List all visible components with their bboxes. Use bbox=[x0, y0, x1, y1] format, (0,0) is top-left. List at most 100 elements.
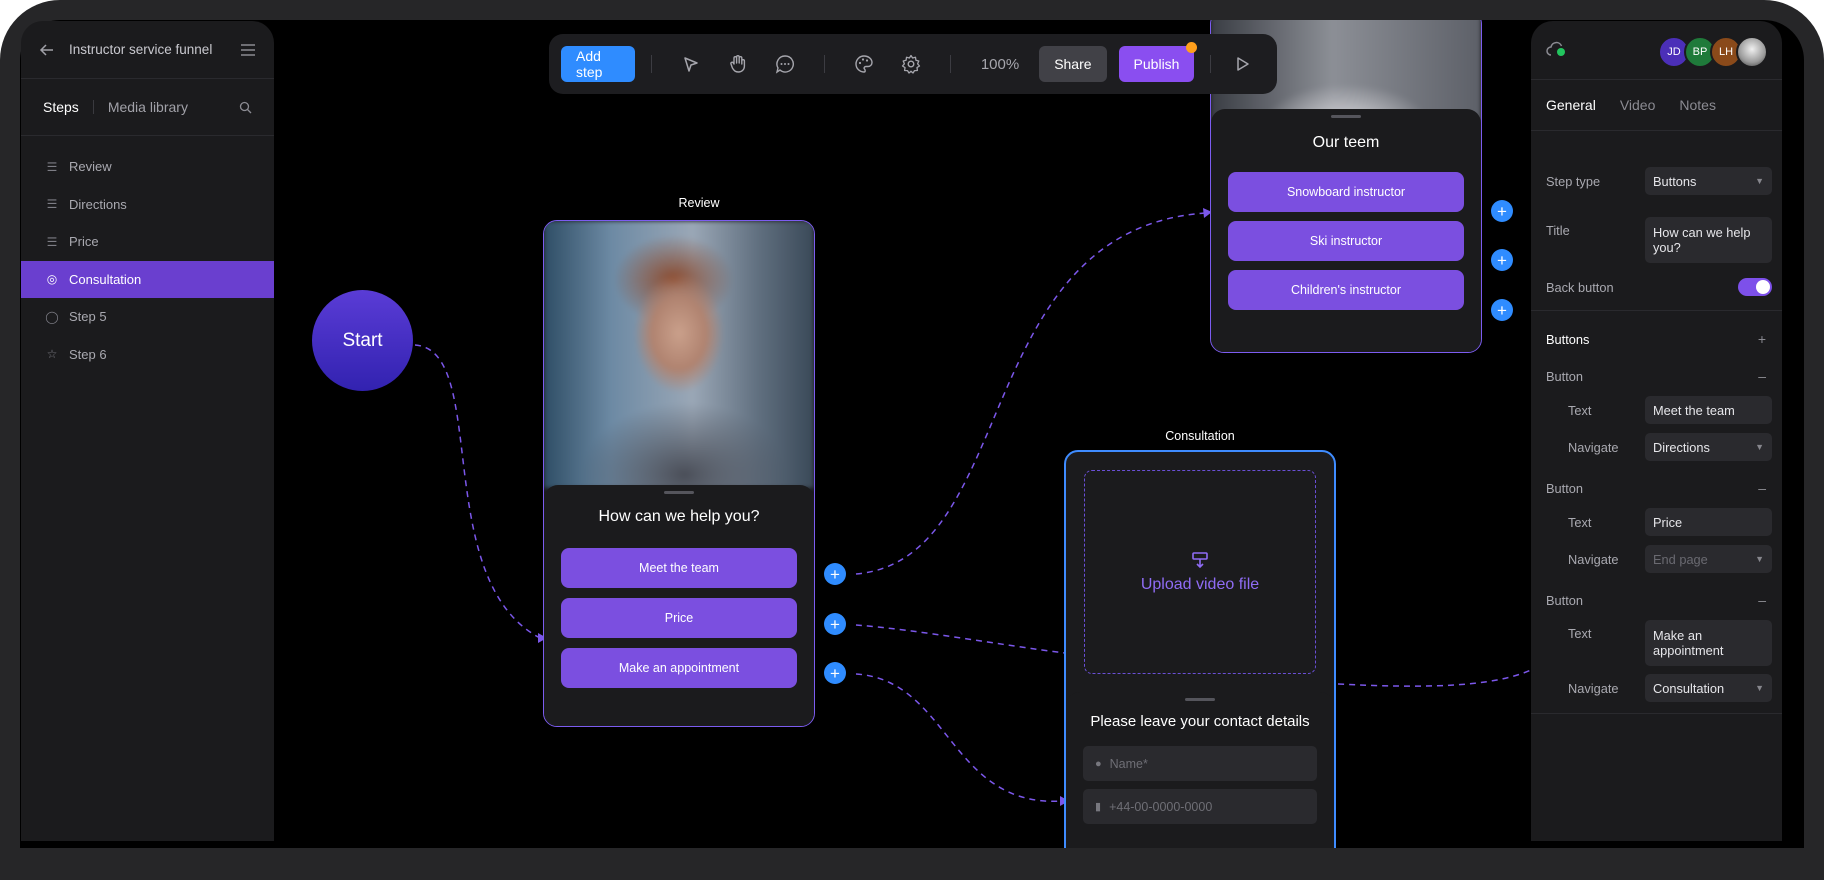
step-label: Directions bbox=[69, 196, 127, 212]
title-label: Title bbox=[1546, 223, 1570, 238]
publish-button[interactable]: Publish bbox=[1118, 42, 1198, 82]
phone-field[interactable]: ▮ +44-00-0000-0000 bbox=[1083, 789, 1317, 824]
add-connection-button[interactable]: + bbox=[1491, 299, 1513, 321]
chevron-down-icon: ▼ bbox=[1755, 554, 1764, 564]
consultation-card[interactable]: Upload video file Please leave your cont… bbox=[1064, 450, 1336, 848]
avatar[interactable] bbox=[1736, 36, 1768, 68]
name-field[interactable]: ● Name* bbox=[1083, 746, 1317, 781]
navigate-select[interactable]: End page ▼ bbox=[1645, 545, 1772, 573]
add-connection-button[interactable]: + bbox=[1491, 200, 1513, 222]
snowboard-instructor-button[interactable]: Snowboard instructor bbox=[1228, 172, 1464, 212]
step-item-review[interactable]: ☰ Review bbox=[21, 148, 274, 186]
back-button-toggle[interactable] bbox=[1738, 278, 1772, 296]
navigate-label: Navigate bbox=[1568, 551, 1619, 567]
gear-icon[interactable] bbox=[900, 51, 921, 77]
navigate-value: End page bbox=[1653, 551, 1708, 567]
step-type-value: Buttons bbox=[1653, 173, 1697, 189]
chevron-down-icon: ▼ bbox=[1755, 176, 1764, 186]
collaborator-avatars: JD BP LH bbox=[1658, 36, 1768, 68]
buttons-section-header: Buttons + bbox=[1546, 329, 1772, 349]
sheet-handle[interactable] bbox=[664, 491, 694, 494]
button-navigate-row: Navigate Consultation ▼ bbox=[1568, 674, 1772, 702]
zoom-level[interactable]: 100% bbox=[981, 56, 1019, 73]
tab-divider bbox=[92, 100, 94, 114]
connector-start-review bbox=[414, 344, 541, 639]
price-button[interactable]: Price bbox=[561, 598, 797, 638]
navigate-value: Consultation bbox=[1653, 680, 1725, 696]
add-connection-button[interactable]: + bbox=[824, 613, 846, 635]
tab-video[interactable]: Video bbox=[1620, 97, 1656, 113]
button-text-input[interactable]: Price bbox=[1645, 508, 1772, 536]
search-icon[interactable] bbox=[239, 101, 252, 114]
user-icon: ● bbox=[1095, 757, 1102, 770]
step-label: Step 6 bbox=[69, 346, 107, 362]
funnel-header: Instructor service funnel bbox=[21, 21, 274, 79]
childrens-instructor-button[interactable]: Children's instructor bbox=[1228, 270, 1464, 310]
navigate-select[interactable]: Directions ▼ bbox=[1645, 433, 1772, 461]
steps-list: ☰ Review ☰ Directions ☰ Price ◎ Consultation… bbox=[21, 136, 274, 373]
button-text-row: Text Price bbox=[1568, 508, 1772, 536]
back-button-row: Back button bbox=[1546, 276, 1772, 298]
pointer-icon[interactable] bbox=[681, 51, 702, 77]
palette-icon[interactable] bbox=[854, 51, 875, 77]
tab-general[interactable]: General bbox=[1546, 97, 1596, 113]
tab-notes[interactable]: Notes bbox=[1679, 97, 1716, 113]
right-panel: JD BP LH General Video Notes Step type B… bbox=[1531, 21, 1782, 841]
meet-the-team-button[interactable]: Meet the team bbox=[561, 548, 797, 588]
title-row: Title How can we help you? bbox=[1546, 217, 1772, 263]
toolbar-divider bbox=[650, 55, 652, 73]
team-sheet: Our teem Snowboard instructor Ski instru… bbox=[1211, 109, 1481, 352]
phone-icon: ▮ bbox=[1095, 801, 1102, 813]
hamburger-menu-icon[interactable] bbox=[240, 43, 256, 57]
name-placeholder: Name* bbox=[1109, 756, 1148, 771]
arrow-left-icon[interactable] bbox=[39, 42, 55, 58]
title-input[interactable]: How can we help you? bbox=[1645, 217, 1772, 263]
chevron-down-icon: ▼ bbox=[1755, 442, 1764, 452]
step-type-select[interactable]: Buttons ▼ bbox=[1645, 167, 1772, 195]
text-label: Text bbox=[1568, 402, 1592, 418]
comment-icon[interactable] bbox=[774, 51, 795, 77]
remove-button-icon[interactable]: – bbox=[1758, 368, 1766, 384]
connector-appointment bbox=[855, 673, 1063, 802]
sheet-handle[interactable] bbox=[1331, 115, 1361, 118]
button-text-input[interactable]: Make an appointment bbox=[1645, 620, 1772, 666]
list-icon: ☰ bbox=[46, 234, 58, 249]
button-text-value: Meet the team bbox=[1653, 402, 1735, 418]
step-type-label: Step type bbox=[1546, 173, 1601, 189]
navigate-label: Navigate bbox=[1568, 439, 1619, 455]
sheet-handle[interactable] bbox=[1185, 698, 1215, 701]
ski-instructor-button[interactable]: Ski instructor bbox=[1228, 221, 1464, 261]
add-connection-button[interactable]: + bbox=[1491, 249, 1513, 271]
share-button[interactable]: Share bbox=[1039, 46, 1107, 82]
step-item-step-6[interactable]: ☆ Step 6 bbox=[21, 336, 274, 374]
add-step-button[interactable]: Add step bbox=[561, 46, 635, 82]
step-item-price[interactable]: ☰ Price bbox=[21, 223, 274, 261]
review-card[interactable]: How can we help you? Meet the team Price… bbox=[543, 220, 815, 727]
step-item-consultation[interactable]: ◎ Consultation bbox=[21, 260, 274, 298]
add-connection-button[interactable]: + bbox=[824, 563, 846, 585]
toolbar-divider bbox=[823, 55, 825, 73]
remove-button-icon[interactable]: – bbox=[1758, 592, 1766, 608]
list-icon: ☰ bbox=[46, 159, 58, 174]
left-tabs: Steps Media library bbox=[21, 79, 274, 136]
step-item-step-5[interactable]: ◯ Step 5 bbox=[21, 298, 274, 336]
tab-steps[interactable]: Steps bbox=[43, 99, 79, 115]
buttons-section-title: Buttons bbox=[1546, 331, 1590, 347]
upload-video-dropzone[interactable]: Upload video file bbox=[1084, 470, 1316, 674]
tab-media-library[interactable]: Media library bbox=[108, 99, 239, 115]
toolbar-divider bbox=[950, 55, 951, 73]
play-icon[interactable] bbox=[1231, 51, 1252, 77]
add-connection-button[interactable]: + bbox=[824, 662, 846, 684]
make-appointment-button[interactable]: Make an appointment bbox=[561, 648, 797, 688]
step-item-directions[interactable]: ☰ Directions bbox=[21, 186, 274, 224]
navigate-select[interactable]: Consultation ▼ bbox=[1645, 674, 1772, 702]
start-node[interactable]: Start bbox=[312, 290, 413, 391]
remove-button-icon[interactable]: – bbox=[1758, 480, 1766, 496]
consultation-card-label: Consultation bbox=[1165, 429, 1235, 443]
toolbar: Add step 100% Share Publish bbox=[549, 34, 1277, 94]
button-text-input[interactable]: Meet the team bbox=[1645, 396, 1772, 424]
target-icon: ◎ bbox=[46, 272, 58, 287]
add-button-icon[interactable]: + bbox=[1758, 331, 1766, 347]
back-button-label: Back button bbox=[1546, 279, 1614, 295]
hand-icon[interactable] bbox=[727, 51, 748, 77]
